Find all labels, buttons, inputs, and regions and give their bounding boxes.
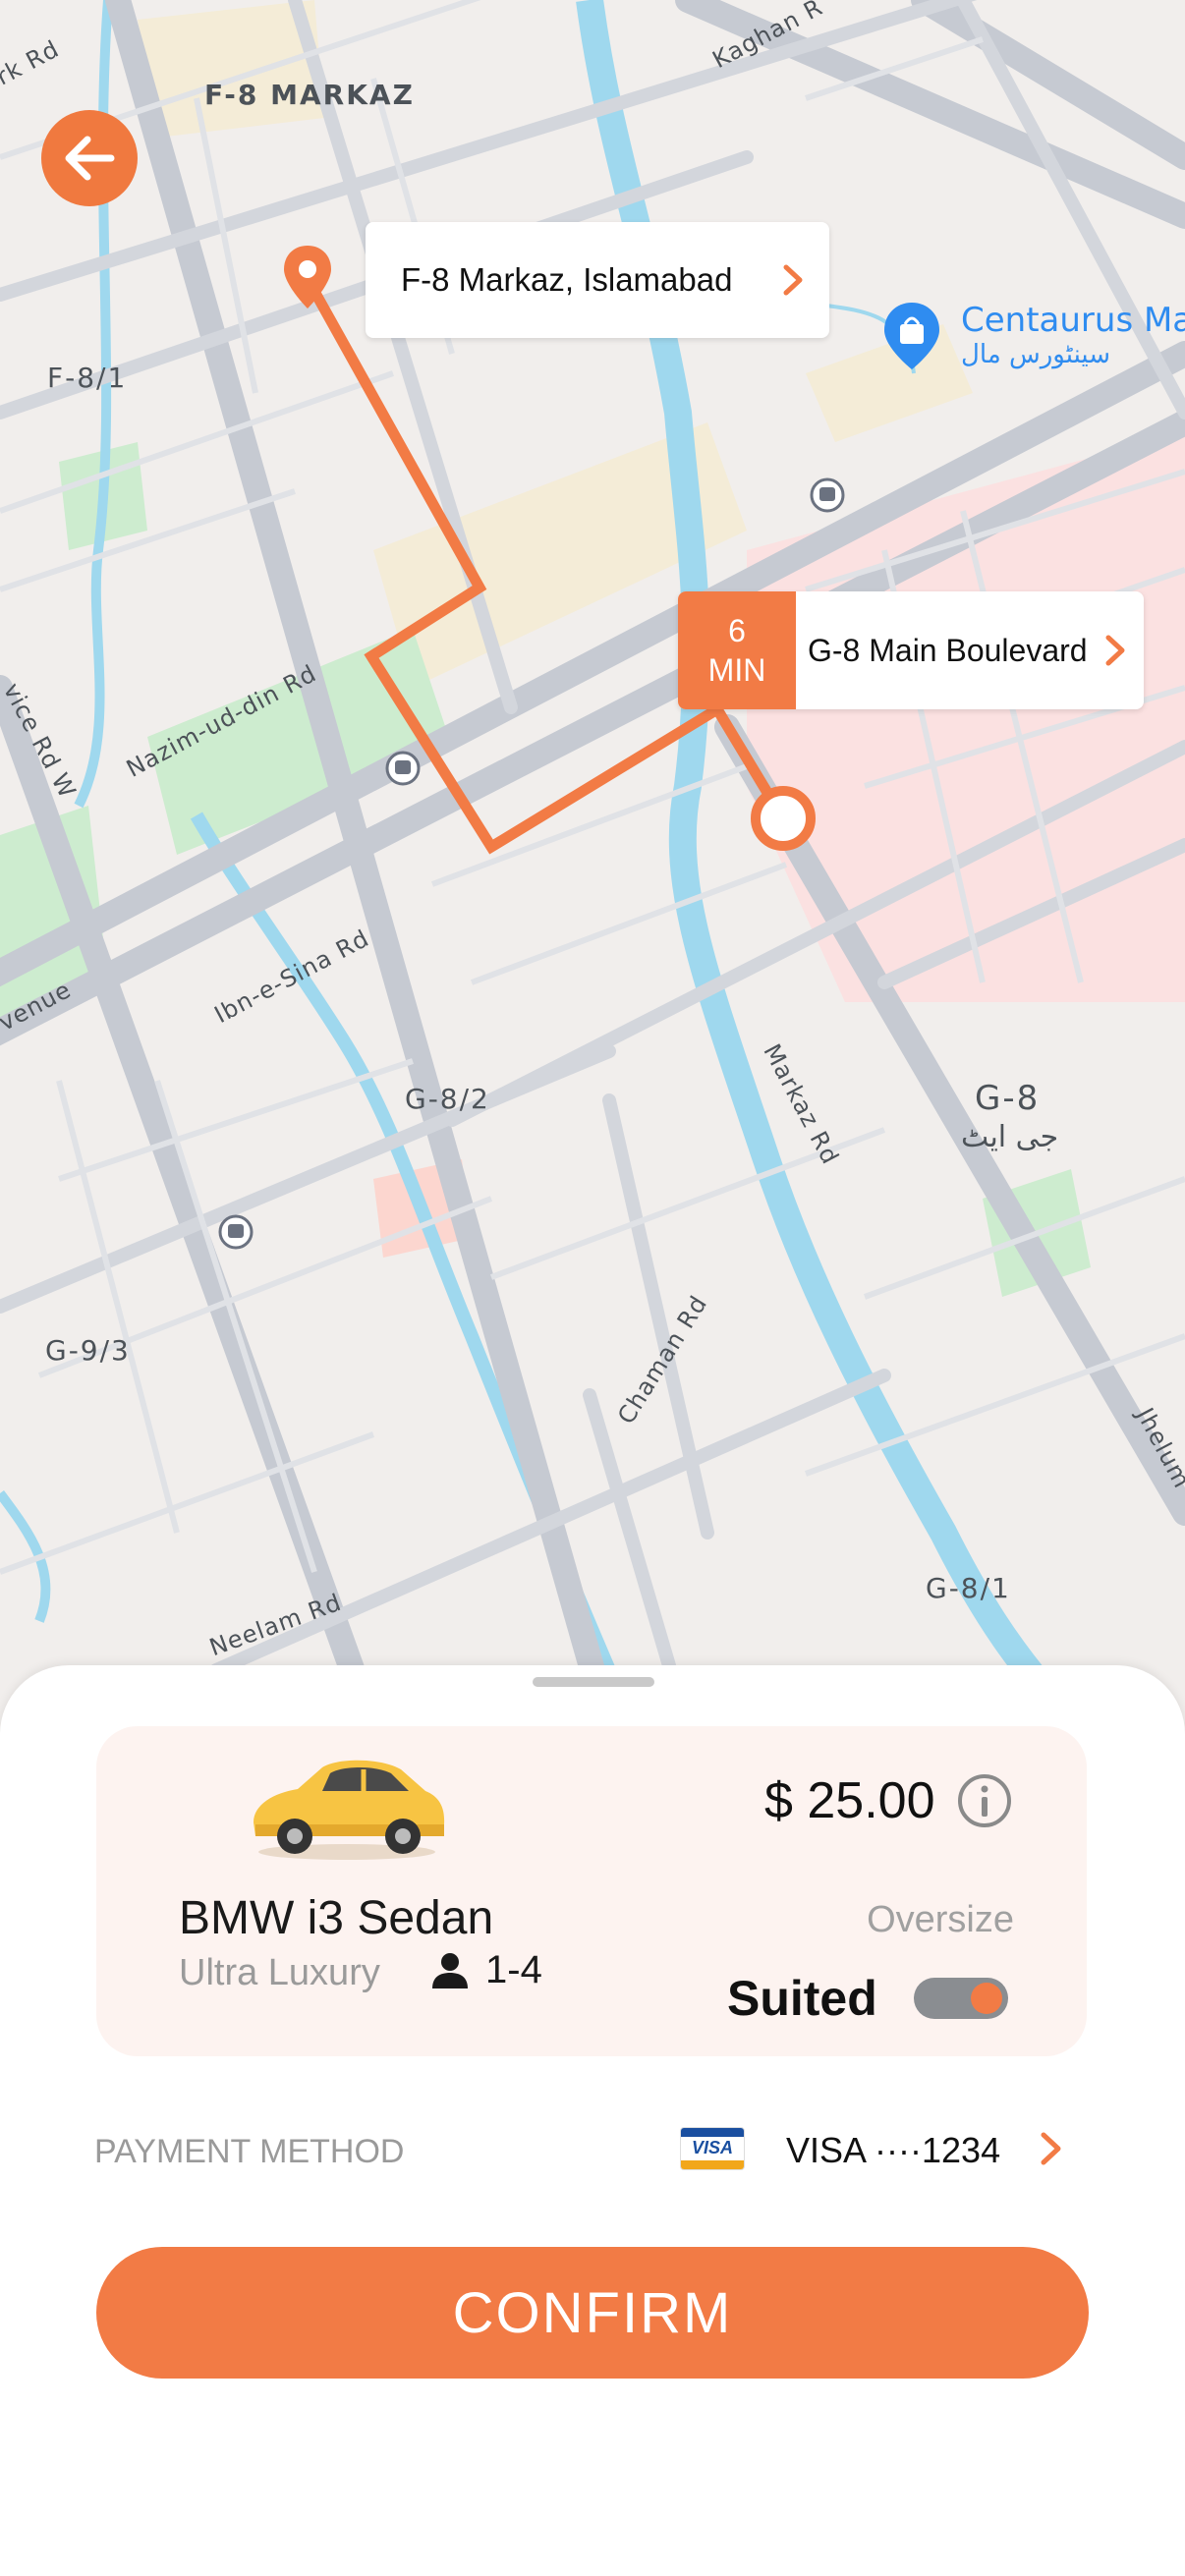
back-arrow-icon (65, 136, 115, 181)
ride-bottom-sheet: BMW i3 Sedan Ultra Luxury 1-4 $ 25.00 Ov… (0, 1665, 1185, 2576)
ride-price: $ 25.00 (764, 1772, 935, 1829)
car-class: Ultra Luxury (179, 1952, 380, 1993)
chevron-right-icon[interactable] (1040, 2131, 1063, 2166)
back-button[interactable] (41, 110, 138, 206)
eta-unit: MIN (707, 652, 766, 688)
pickup-address: F-8 Markaz, Islamabad (401, 261, 733, 298)
eta-value: 6 (728, 613, 746, 648)
seat-capacity-value: 1-4 (485, 1948, 542, 1991)
map-label-f8-1: F-8/1 (47, 362, 128, 394)
car-icon (254, 1760, 445, 1860)
payment-method-label: PAYMENT METHOD (94, 2133, 405, 2170)
map-view[interactable]: F-8 MARKAZ F-8/1 G-8/2 G-8 جی ایٹ G-9/3 … (0, 0, 1185, 1742)
chevron-right-icon (783, 264, 803, 296)
map-label-g9-3: G-9/3 (45, 1334, 131, 1367)
oversize-label: Oversize (867, 1899, 1014, 1940)
payment-card-value[interactable]: VISA ····1234 (786, 2130, 1000, 2171)
visa-icon: VISA (680, 2127, 745, 2170)
seat-capacity: 1-4 (430, 1948, 542, 1992)
map-label-g8: G-8 (975, 1079, 1041, 1118)
bus-stop-icon[interactable] (218, 1214, 254, 1250)
dropoff-marker-icon[interactable] (751, 786, 816, 851)
shopping-bag-icon (884, 303, 939, 369)
dropoff-address: G-8 Main Boulevard (808, 632, 1088, 668)
suited-label: Suited (727, 1971, 877, 2026)
pickup-callout[interactable]: F-8 Markaz, Islamabad (366, 222, 829, 338)
sheet-drag-handle[interactable] (533, 1677, 654, 1687)
eta-badge: 6 MIN (678, 591, 796, 709)
map-label-f8-markaz: F-8 MARKAZ (204, 79, 415, 111)
map-label-g8-1: G-8/1 (926, 1572, 1011, 1604)
car-name: BMW i3 Sedan (179, 1892, 494, 1944)
ride-option-card[interactable]: BMW i3 Sedan Ultra Luxury 1-4 $ 25.00 Ov… (96, 1726, 1087, 2056)
map-label-g8-urdu: جی ایٹ (961, 1120, 1059, 1154)
visa-logo-text: VISA (691, 2138, 733, 2157)
dropoff-callout[interactable]: 6 MIN G-8 Main Boulevard (678, 591, 1144, 709)
chevron-right-icon (1105, 635, 1125, 666)
poi-centaurus-label: Centaurus Ma (961, 301, 1185, 340)
poi-centaurus-urdu: سینٹورس مال (961, 340, 1111, 369)
map-label-g8-2: G-8/2 (405, 1083, 490, 1115)
toggle-knob (971, 1983, 1002, 2014)
info-icon[interactable] (955, 1771, 1014, 1830)
person-icon (432, 1952, 468, 1988)
pickup-pin-icon[interactable] (280, 244, 335, 312)
confirm-button[interactable]: CONFIRM (96, 2247, 1089, 2379)
oversize-toggle[interactable] (914, 1978, 1008, 2019)
bus-stop-icon[interactable] (385, 751, 421, 786)
bus-stop-icon[interactable] (810, 477, 845, 513)
poi-centaurus[interactable]: Centaurus Ma سینٹورس مال (880, 301, 1185, 376)
